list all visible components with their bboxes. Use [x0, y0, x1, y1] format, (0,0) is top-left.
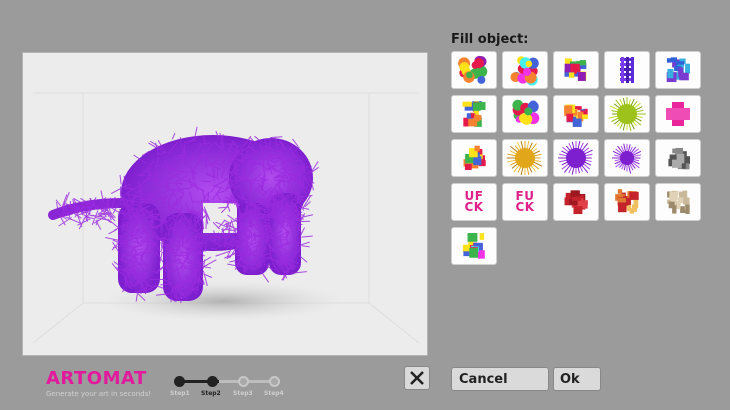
step-progress: Step1 Step2 Step3 Step4: [174, 375, 280, 399]
thumbnail-art-icon: [556, 185, 596, 219]
fill-thumb-rainbow-sticks[interactable]: [451, 95, 497, 133]
thumbnail-art-icon: [505, 97, 545, 131]
close-button[interactable]: [404, 366, 430, 390]
fill-thumb-text-fuck[interactable]: FU CK: [502, 183, 548, 221]
fill-thumb-colored-spheres[interactable]: [502, 51, 548, 89]
thumbnail-art-icon: [658, 53, 698, 87]
step-dot-4[interactable]: [269, 376, 280, 387]
fill-thumb-gray-fragments[interactable]: [655, 139, 701, 177]
fill-thumb-purple-spiky-large[interactable]: [553, 139, 599, 177]
thumbnail-art-icon: [454, 53, 494, 87]
fill-thumb-green-spiky[interactable]: [604, 95, 650, 133]
fill-thumb-golden-spiky[interactable]: [502, 139, 548, 177]
preview-canvas[interactable]: [22, 52, 428, 356]
thumbnail-text: UF CK: [464, 191, 483, 213]
thumbnail-text: FU CK: [515, 191, 534, 213]
thumbnail-art-icon: [505, 141, 545, 175]
step-dot-1[interactable]: [174, 376, 185, 387]
thumbnail-art-icon: [658, 185, 698, 219]
step-label-2: Step2: [201, 390, 221, 397]
fill-thumb-balls-and-blocks[interactable]: [502, 95, 548, 133]
thumbnail-art-icon: [454, 229, 494, 263]
thumbnail-art-icon: [556, 141, 596, 175]
step-label-4: Step4: [264, 390, 284, 397]
thumbnail-art-icon: [658, 141, 698, 175]
fill-thumb-rainbow-cube[interactable]: [451, 139, 497, 177]
thumbnail-art-icon: [607, 185, 647, 219]
ok-button[interactable]: Ok: [553, 367, 601, 391]
thumbnail-art-icon: [454, 141, 494, 175]
thumbnail-art-icon: [505, 53, 545, 87]
thumbnail-art-icon: [658, 97, 698, 131]
step-label-1: Step1: [170, 390, 190, 397]
step-dot-2[interactable]: [207, 376, 218, 387]
fill-thumb-head-blocks[interactable]: [655, 51, 701, 89]
fill-thumb-colored-blocks[interactable]: [553, 51, 599, 89]
fill-thumb-colored-head[interactable]: [451, 227, 497, 265]
artomat-logo: ARTOMAT: [46, 370, 147, 388]
fill-thumb-purple-spiky-small[interactable]: [604, 139, 650, 177]
fill-object-title: Fill object:: [451, 32, 528, 47]
step-dot-3[interactable]: [238, 376, 249, 387]
fill-thumb-mixed-boxes[interactable]: [604, 183, 650, 221]
thumbnail-art-icon: [607, 97, 647, 131]
step-label-3: Step3: [233, 390, 253, 397]
fill-thumb-purple-grid[interactable]: [604, 51, 650, 89]
fill-thumb-red-boxes[interactable]: [553, 183, 599, 221]
fill-thumb-text-ufck[interactable]: UF CK: [451, 183, 497, 221]
cancel-button[interactable]: Cancel: [451, 367, 549, 391]
fill-thumb-shards[interactable]: [553, 95, 599, 133]
fill-thumb-beige-rocks[interactable]: [655, 183, 701, 221]
tagline: Generate your art in seconds!: [46, 390, 151, 398]
elephant-render: [23, 53, 428, 356]
thumbnail-art-icon: [556, 97, 596, 131]
fill-thumb-colored-cubes-cluster[interactable]: [451, 51, 497, 89]
thumbnail-art-icon: [607, 53, 647, 87]
close-icon: [410, 371, 424, 385]
thumbnail-art-icon: [556, 53, 596, 87]
thumbnail-art-icon: [454, 97, 494, 131]
thumbnail-art-icon: [607, 141, 647, 175]
fill-thumb-pink-plus[interactable]: [655, 95, 701, 133]
